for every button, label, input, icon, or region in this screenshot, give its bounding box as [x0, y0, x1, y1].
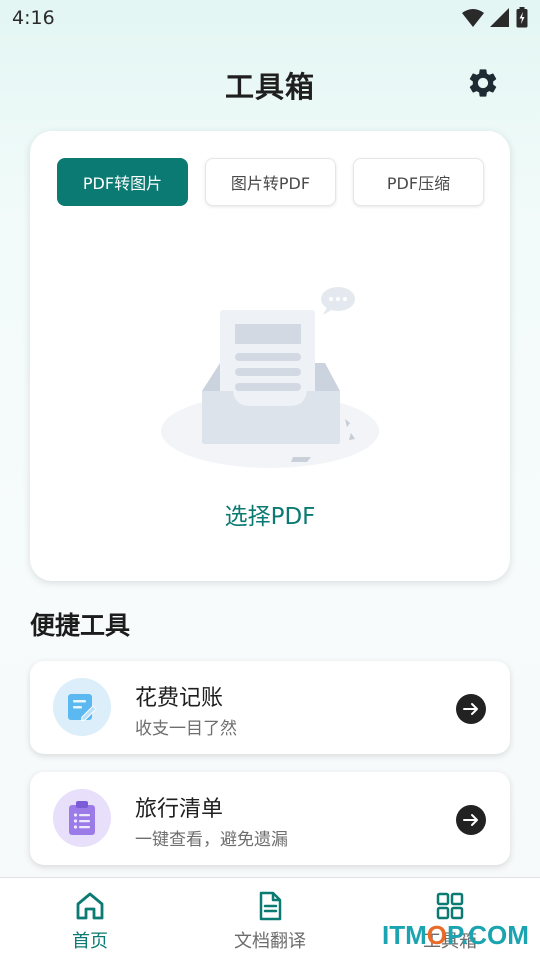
tool-subtitle: 收支一目了然	[135, 719, 237, 739]
nav-item-translate[interactable]: 文档翻译	[180, 878, 360, 960]
tab-pdf-compress[interactable]: PDF压缩	[353, 158, 484, 206]
pdf-tool-card: PDF转图片 图片转PDF PDF压缩 选择PDF	[30, 131, 510, 581]
travel-icon-badge	[53, 789, 111, 847]
nav-label: 文档翻译	[234, 931, 306, 952]
gear-icon	[469, 69, 497, 97]
status-bar: 4:16	[0, 0, 540, 36]
home-icon	[76, 892, 104, 920]
section-title: 便捷工具	[30, 611, 131, 640]
clipboard-list-icon	[69, 801, 95, 835]
arrow-right-button[interactable]	[456, 805, 486, 835]
tool-name: 花费记账	[135, 686, 224, 711]
expense-icon-badge	[53, 678, 111, 736]
signal-icon	[490, 7, 509, 27]
nav-item-home[interactable]: 首页	[0, 878, 180, 960]
battery-icon	[516, 7, 528, 28]
arrow-right-button[interactable]	[456, 694, 486, 724]
tool-subtitle: 一键查看，避免遗漏	[135, 830, 288, 850]
document-icon	[259, 891, 282, 921]
arrow-right-icon	[463, 814, 478, 826]
page-title: 工具箱	[224, 70, 315, 104]
select-pdf-button[interactable]: 选择PDF	[30, 497, 510, 531]
note-pencil-icon	[68, 694, 97, 722]
tool-name: 旅行清单	[135, 797, 224, 822]
tool-card-expense[interactable]: 花费记账 收支一目了然	[30, 661, 510, 754]
watermark-logo: ITMOP.COM	[382, 920, 529, 950]
grid-icon	[436, 892, 464, 920]
empty-inbox-illustration[interactable]	[155, 281, 385, 471]
nav-label: 首页	[72, 931, 108, 952]
wifi-icon	[462, 8, 484, 27]
tab-image-to-pdf[interactable]: 图片转PDF	[205, 158, 336, 206]
status-icons	[462, 7, 528, 28]
arrow-right-icon	[463, 703, 478, 715]
tab-pdf-to-image[interactable]: PDF转图片	[57, 158, 188, 206]
tool-card-travel[interactable]: 旅行清单 一键查看，避免遗漏	[30, 772, 510, 865]
status-time: 4:16	[12, 7, 55, 29]
settings-button[interactable]	[466, 66, 500, 100]
